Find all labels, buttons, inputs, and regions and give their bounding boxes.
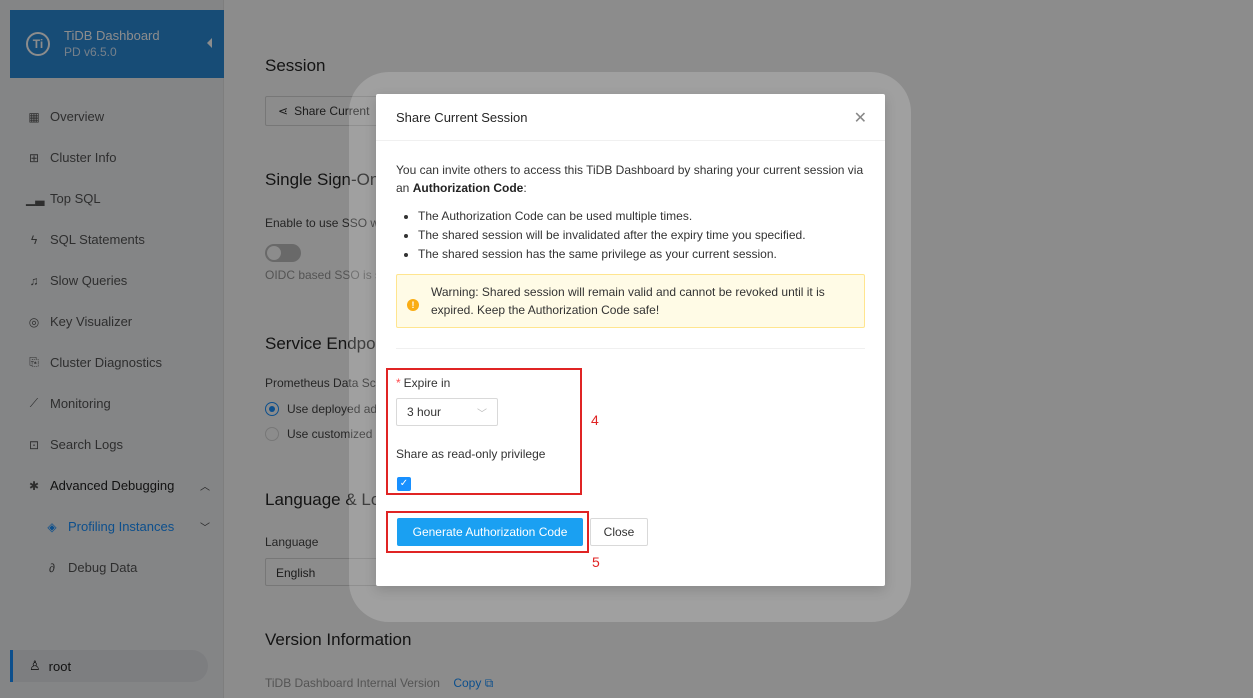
warning-text: Warning: Shared session will remain vali… xyxy=(431,285,825,317)
bullet-list: The Authorization Code can be used multi… xyxy=(418,207,865,264)
warning-alert: ! Warning: Shared session will remain va… xyxy=(396,274,865,328)
close-icon[interactable]: ✕ xyxy=(854,108,867,128)
list-item: The shared session has the same privileg… xyxy=(418,245,865,264)
modal-body: You can invite others to access this TiD… xyxy=(376,141,885,369)
annotation-box-4 xyxy=(386,368,582,495)
close-button[interactable]: Close xyxy=(590,518,648,546)
intro-bold: Authorization Code xyxy=(412,181,524,195)
annotation-label-5: 5 xyxy=(592,554,600,570)
modal-title: Share Current Session xyxy=(396,109,528,125)
annotation-box-5 xyxy=(386,511,589,553)
list-item: The shared session will be invalidated a… xyxy=(418,226,865,245)
modal-header: Share Current Session xyxy=(376,94,885,141)
warning-icon: ! xyxy=(407,299,419,311)
list-item: The Authorization Code can be used multi… xyxy=(418,207,865,226)
annotation-label-4: 4 xyxy=(591,412,599,428)
intro-end: : xyxy=(523,181,527,195)
divider xyxy=(396,348,865,349)
modal-intro: You can invite others to access this TiD… xyxy=(396,161,865,197)
